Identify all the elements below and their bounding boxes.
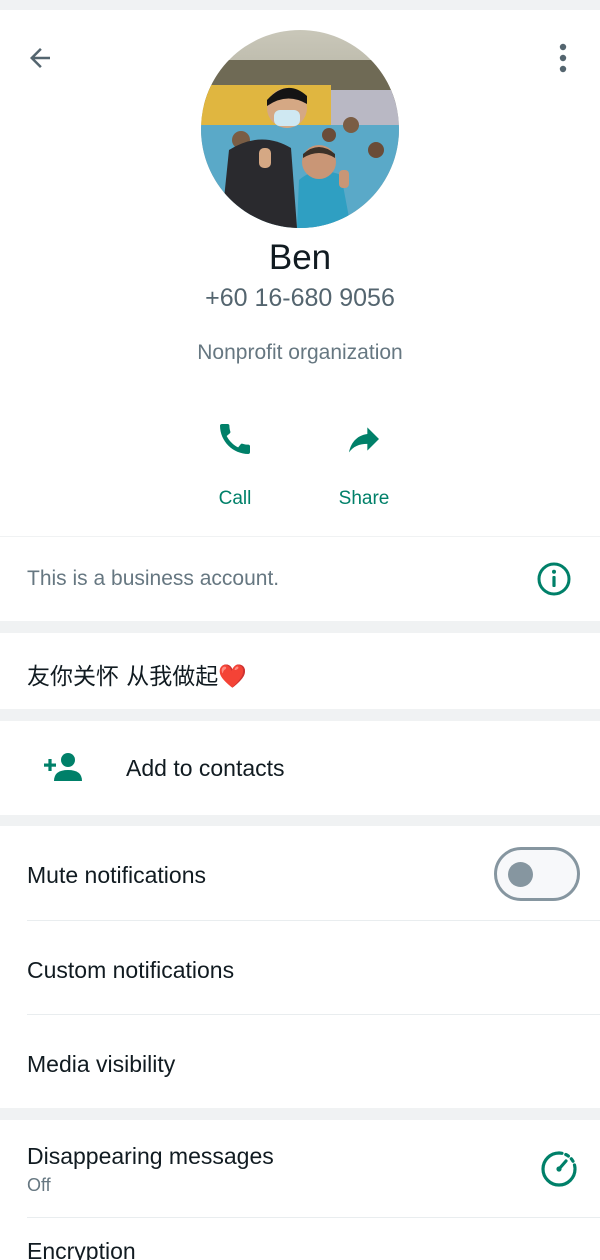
share-icon xyxy=(349,427,379,453)
share-label: Share xyxy=(338,488,390,509)
add-to-contacts-button[interactable]: Add to contacts xyxy=(0,721,600,815)
add-person-icon xyxy=(44,753,82,781)
media-visibility-row[interactable]: Media visibility xyxy=(0,1015,600,1109)
business-category: Nonprofit organization xyxy=(197,341,403,364)
business-account-notice[interactable]: This is a business account. xyxy=(0,537,600,621)
toggle-knob xyxy=(508,862,533,887)
mute-notifications-label: Mute notifications xyxy=(27,862,206,888)
custom-notifications-label: Custom notifications xyxy=(27,957,235,983)
about-text: 友你关怀 从我做起❤️ xyxy=(27,664,247,690)
profile-photo[interactable] xyxy=(201,30,399,228)
about-section: 友你关怀 从我做起❤️ xyxy=(0,633,600,709)
contact-header: Ben +60 16-680 9056 Nonprofit organizati… xyxy=(0,10,600,536)
disappearing-messages-label: Disappearing messages xyxy=(27,1143,274,1169)
call-label: Call xyxy=(218,488,252,509)
info-icon[interactable] xyxy=(536,561,572,597)
arrow-back-icon xyxy=(30,48,50,68)
business-account-text: This is a business account. xyxy=(27,567,280,590)
encryption-label: Encryption xyxy=(27,1238,136,1260)
more-vert-icon xyxy=(559,43,567,73)
share-button[interactable]: Share xyxy=(309,412,419,522)
contact-name: Ben xyxy=(268,238,332,277)
phone-icon xyxy=(220,424,250,454)
contact-phone: +60 16-680 9056 xyxy=(205,284,395,312)
call-button[interactable]: Call xyxy=(180,412,290,522)
encryption-row[interactable]: Encryption xyxy=(0,1218,600,1260)
disappearing-messages-row[interactable]: Disappearing messages Off xyxy=(0,1120,600,1217)
custom-notifications-row[interactable]: Custom notifications xyxy=(0,921,600,1015)
contacts-section: Add to contacts xyxy=(0,721,600,815)
more-options-button[interactable] xyxy=(548,40,578,76)
privacy-settings: Disappearing messages Off Encryption xyxy=(0,1120,600,1260)
notification-settings: Mute notifications Custom notifications … xyxy=(0,826,600,1108)
mute-notifications-toggle[interactable] xyxy=(494,847,580,901)
mute-notifications-row[interactable]: Mute notifications xyxy=(0,826,600,920)
media-visibility-label: Media visibility xyxy=(27,1051,176,1077)
disappearing-messages-value: Off xyxy=(27,1175,51,1195)
timer-icon xyxy=(541,1151,577,1187)
add-to-contacts-label: Add to contacts xyxy=(126,755,285,781)
back-button[interactable] xyxy=(22,40,58,76)
